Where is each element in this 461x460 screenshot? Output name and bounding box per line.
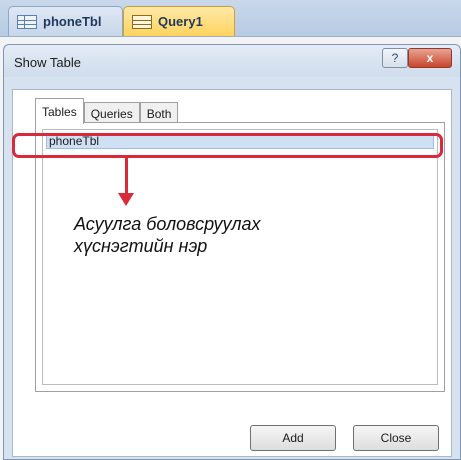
tab-label: Both [146, 106, 172, 121]
annotation-arrow-head [118, 193, 134, 206]
document-tab-label: phoneTbl [43, 14, 102, 29]
highlight-annotation-box [12, 133, 443, 158]
annotation-line-2: хүснэгтийн нэр [74, 236, 208, 256]
table-listbox[interactable]: phoneTbl [42, 129, 438, 385]
document-tab-phonetbl[interactable]: phoneTbl [8, 6, 123, 36]
help-icon: ? [391, 51, 399, 65]
close-icon: x [426, 51, 434, 65]
tab-queries[interactable]: Queries [83, 102, 140, 124]
dialog-title: Show Table [14, 55, 81, 70]
document-tab-query1[interactable]: Query1 [123, 6, 235, 36]
add-button[interactable]: Add [250, 425, 336, 451]
tab-label: Tables [42, 104, 77, 119]
close-window-button[interactable]: x [408, 48, 452, 68]
query-icon [132, 14, 152, 29]
dialog-tabs: Tables Queries Both [35, 98, 179, 124]
annotation-arrow-line [125, 158, 128, 196]
document-tab-strip: phoneTbl Query1 [0, 0, 461, 37]
close-button[interactable]: Close [353, 425, 439, 451]
access-window: phoneTbl Query1 Show Table ? x Tables Qu… [0, 0, 461, 460]
tab-both[interactable]: Both [139, 102, 179, 124]
help-button[interactable]: ? [382, 48, 408, 68]
tab-panel: phoneTbl [35, 122, 445, 392]
dialog-titlebar[interactable]: Show Table ? x [4, 45, 460, 77]
annotation-text: Асуулга боловсруулах хүснэгтийн нэр [74, 213, 374, 257]
table-icon [17, 14, 37, 29]
annotation-line-1: Асуулга боловсруулах [74, 214, 261, 234]
tab-label: Queries [90, 106, 133, 121]
document-tab-label: Query1 [158, 14, 203, 29]
show-table-dialog: Show Table ? x Tables Queries Both phone… [3, 44, 461, 460]
dialog-footer: Add Close [4, 425, 460, 459]
tab-tables[interactable]: Tables [35, 98, 84, 124]
